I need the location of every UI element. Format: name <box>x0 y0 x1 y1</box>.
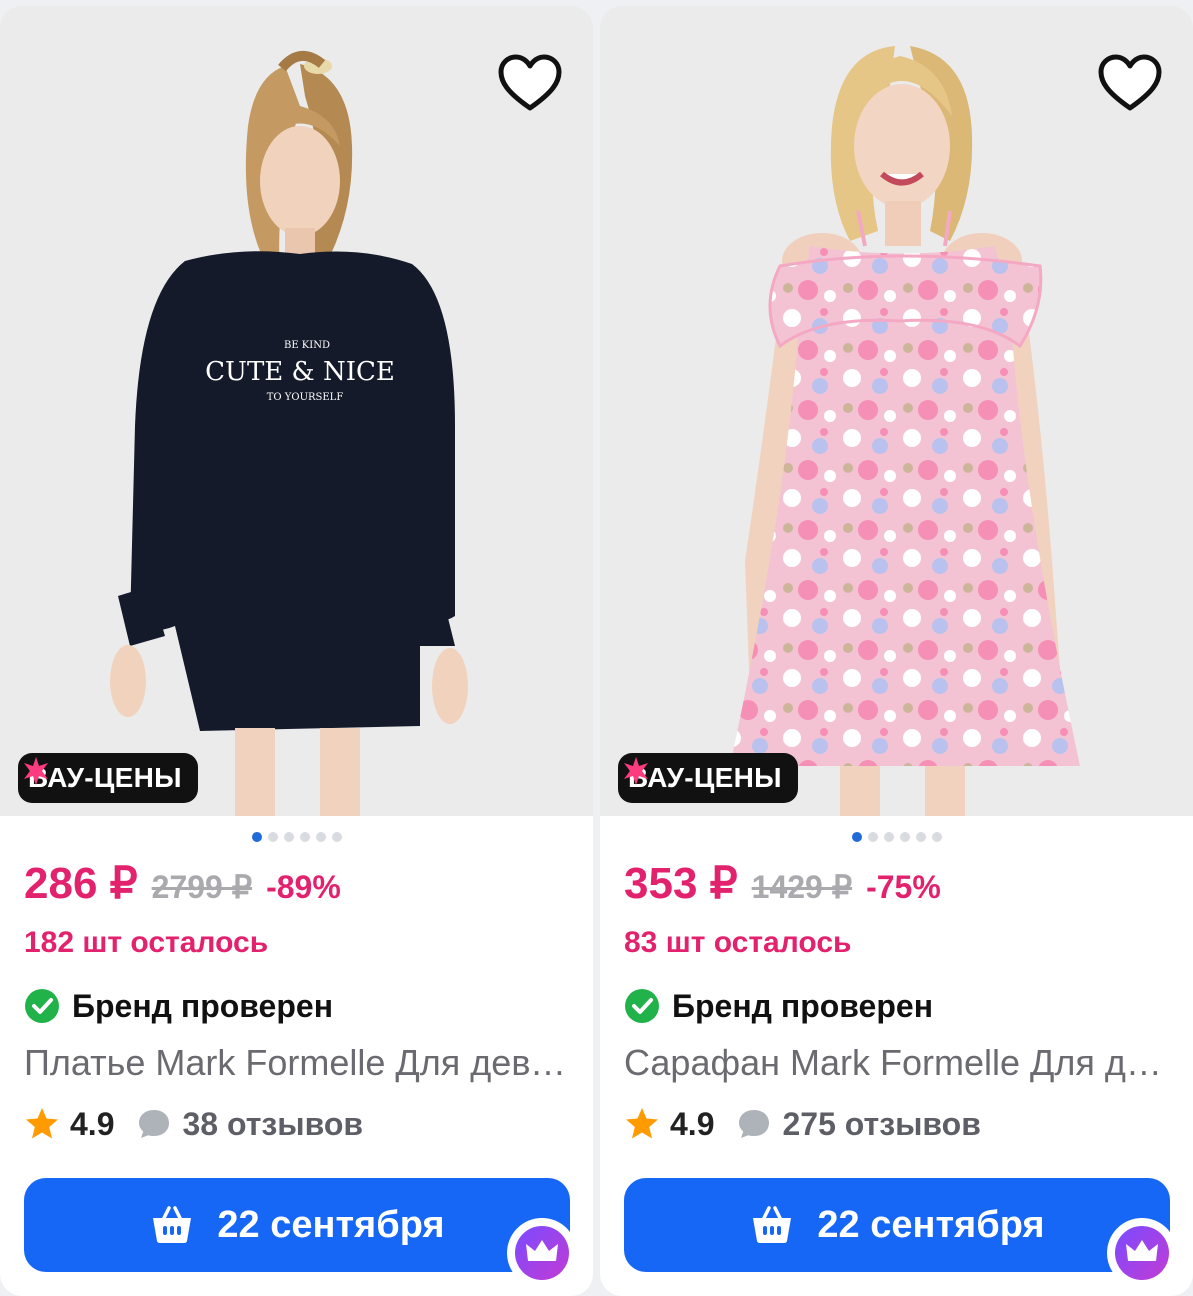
product-title[interactable]: Платье Mark Formelle Для девочек <box>24 1042 569 1084</box>
heart-icon <box>1098 54 1162 111</box>
reviews-link[interactable]: 38 отзывов <box>136 1106 363 1143</box>
add-to-cart-button[interactable]: 22 сентября <box>24 1178 570 1272</box>
rating-value: 4.9 <box>670 1105 715 1142</box>
rating-value: 4.9 <box>70 1105 115 1142</box>
rating-row[interactable]: 4.9 275 отзывов <box>624 1102 981 1146</box>
premium-crown-badge[interactable] <box>1109 1220 1175 1286</box>
rating-row[interactable]: 4.9 38 отзывов <box>24 1102 363 1146</box>
check-circle-icon <box>625 989 659 1023</box>
add-to-favorites-button[interactable] <box>497 54 569 122</box>
product-card[interactable]: BE KIND CUTE & NICE TO YOURSELF ВАУ-ЦЕНЫ <box>0 6 593 1296</box>
star-icon <box>626 1108 658 1139</box>
basket-icon <box>753 1206 792 1243</box>
check-circle-icon <box>25 989 59 1023</box>
photo-pagination[interactable] <box>600 832 1193 842</box>
star-icon <box>26 1108 58 1139</box>
reviews-count: 275 отзывов <box>782 1105 981 1142</box>
product-card[interactable]: ВАУ-ЦЕНЫ 353 ₽ 1429 ₽ -75% 83 шт осталос… <box>600 6 1193 1296</box>
pagination-dot[interactable] <box>931 832 942 842</box>
add-to-cart-button[interactable]: 22 сентября <box>624 1178 1170 1272</box>
product-photo-dress-black: BE KIND CUTE & NICE TO YOURSELF <box>0 6 593 816</box>
pagination-dot[interactable] <box>883 832 894 842</box>
sparkle-icon <box>624 757 648 785</box>
reviews-link[interactable]: 275 отзывов <box>736 1105 981 1143</box>
discount-badge: -75% <box>866 869 941 905</box>
promo-badge: ВАУ-ЦЕНЫ <box>18 753 198 803</box>
pagination-dot[interactable] <box>283 832 294 842</box>
price-row: 353 ₽ 1429 ₽ -75% <box>624 858 941 918</box>
old-price: 2799 ₽ <box>151 869 253 905</box>
discount-badge: -89% <box>266 869 341 905</box>
pagination-dot[interactable] <box>867 832 878 842</box>
comment-icon <box>139 1110 170 1138</box>
old-price: 1429 ₽ <box>751 869 853 905</box>
basket-icon <box>153 1206 192 1243</box>
heart-icon <box>498 54 562 111</box>
crown-icon <box>1115 1226 1169 1280</box>
premium-crown-badge[interactable] <box>509 1220 575 1286</box>
stock-left: 182 шт осталось <box>24 926 269 959</box>
photo-pagination[interactable] <box>0 832 593 842</box>
pagination-dot[interactable] <box>851 832 862 842</box>
pagination-dot[interactable] <box>899 832 910 842</box>
comment-icon <box>739 1110 770 1138</box>
reviews-count: 38 отзывов <box>182 1105 364 1142</box>
brand-verified-label: Бренд проверен <box>672 987 934 1024</box>
current-price: 286 ₽ <box>24 859 138 908</box>
product-photo[interactable]: BE KIND CUTE & NICE TO YOURSELF ВАУ-ЦЕНЫ <box>0 6 593 816</box>
pagination-dot[interactable] <box>315 832 326 842</box>
pagination-dot[interactable] <box>251 832 262 842</box>
print-line: TO YOURSELF <box>267 392 344 403</box>
sparkle-icon <box>24 757 48 785</box>
delivery-date: 22 сентября <box>217 1203 445 1246</box>
product-photo[interactable]: ВАУ-ЦЕНЫ <box>600 6 1193 816</box>
product-photo-dress-pink <box>600 6 1193 816</box>
brand-verified-label: Бренд проверен <box>72 987 334 1024</box>
brand-verified: Бренд проверен <box>624 984 933 1028</box>
pagination-dot[interactable] <box>267 832 278 842</box>
product-grid: BE KIND CUTE & NICE TO YOURSELF ВАУ-ЦЕНЫ <box>0 6 1193 1296</box>
pagination-dot[interactable] <box>299 832 310 842</box>
print-line: CUTE & NICE <box>205 357 395 387</box>
product-title[interactable]: Сарафан Mark Formelle Для девочек <box>624 1042 1169 1084</box>
stock-left: 83 шт осталось <box>624 926 852 959</box>
add-to-favorites-button[interactable] <box>1097 54 1169 122</box>
pagination-dot[interactable] <box>331 832 342 842</box>
price-row: 286 ₽ 2799 ₽ -89% <box>24 858 341 918</box>
crown-icon <box>515 1226 569 1280</box>
current-price: 353 ₽ <box>624 859 738 908</box>
brand-verified: Бренд проверен <box>24 984 333 1028</box>
pagination-dot[interactable] <box>915 832 926 842</box>
promo-badge: ВАУ-ЦЕНЫ <box>618 753 798 803</box>
print-line: BE KIND <box>284 340 330 351</box>
delivery-date: 22 сентября <box>817 1203 1045 1246</box>
